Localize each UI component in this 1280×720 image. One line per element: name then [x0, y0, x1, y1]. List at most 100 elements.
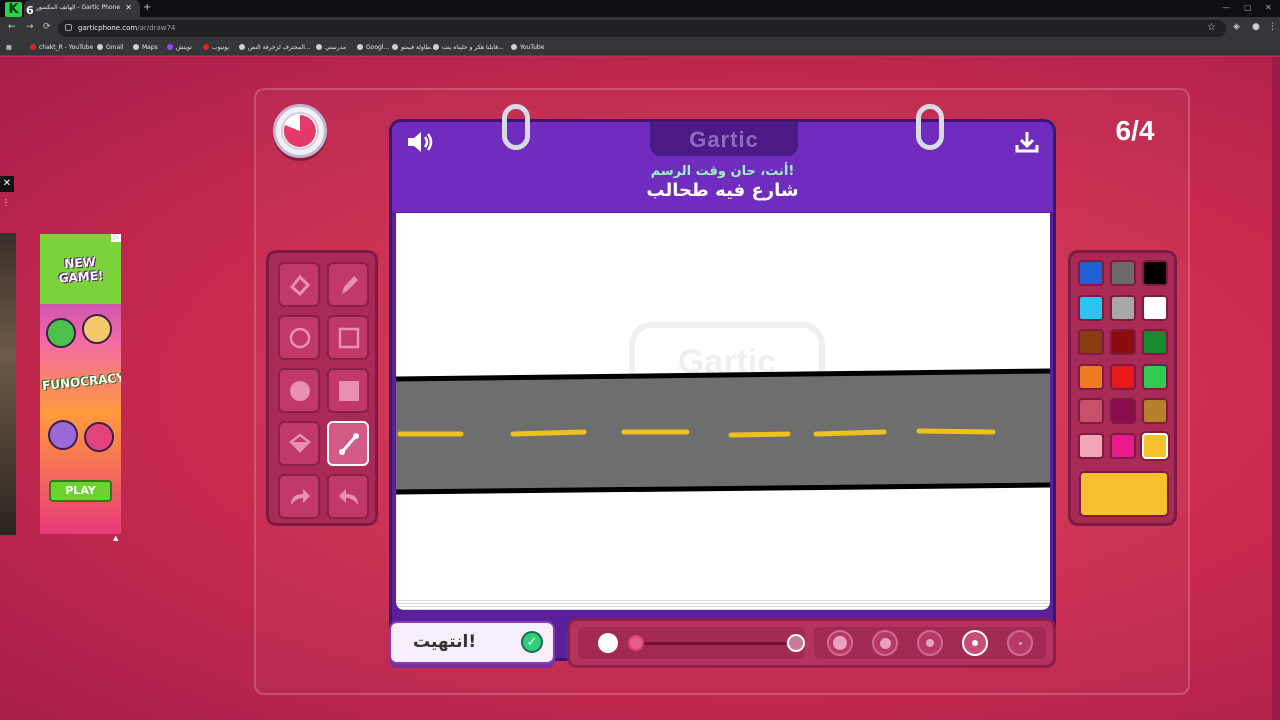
- brush-size-option[interactable]: [962, 630, 988, 656]
- color-swatch[interactable]: [1110, 398, 1136, 424]
- lane-dash: [813, 429, 887, 437]
- bookmark-item[interactable]: تويتش: [167, 44, 192, 51]
- ellipse-outline-tool[interactable]: [278, 315, 320, 360]
- opacity-handle[interactable]: [628, 635, 644, 651]
- brush-size-option[interactable]: [1007, 630, 1033, 656]
- bookmark-item[interactable]: مدرستي: [316, 44, 346, 51]
- address-bar-row: ← → ⟳ garticphone.com/ar/draw74 ☆ ◈ ● ⋮: [0, 17, 1280, 40]
- current-color-preview[interactable]: [1079, 471, 1169, 517]
- opacity-min-icon: [598, 633, 618, 653]
- speaker-icon[interactable]: [406, 130, 436, 158]
- tab-title: الهاتف المكسور - Gartic Phone: [36, 4, 121, 11]
- ad-headline: NEW GAME!: [58, 254, 104, 286]
- drawing-svg[interactable]: Gartic: [395, 213, 1051, 598]
- bookmark-item[interactable]: قابلنا هكر و خليناه ينت...: [433, 44, 504, 51]
- lane-dash: [510, 429, 587, 437]
- url-host: garticphone.com: [78, 24, 138, 32]
- browser-tab-active[interactable]: الهاتف المكسور - Gartic Phone ✕: [24, 0, 140, 17]
- forward-icon[interactable]: →: [26, 22, 34, 32]
- back-icon[interactable]: ←: [8, 22, 16, 32]
- color-swatch[interactable]: [1078, 294, 1104, 321]
- ellipse-fill-tool[interactable]: [278, 368, 320, 413]
- round-counter: 6/4: [1115, 115, 1155, 146]
- undo-tool[interactable]: [327, 474, 369, 519]
- color-swatch[interactable]: [1078, 329, 1104, 355]
- bookmark-item[interactable]: Googl...: [357, 44, 389, 51]
- brush-size-dot: [879, 637, 891, 649]
- brush-size-dot: [1018, 641, 1022, 645]
- bookmark-item[interactable]: طاولة فيمتو...: [392, 44, 436, 51]
- binder-ring-left: [502, 104, 530, 150]
- color-swatch[interactable]: [1142, 294, 1168, 321]
- ad-play-button[interactable]: PLAY: [49, 480, 112, 502]
- done-label: انتهيت!: [413, 632, 477, 652]
- bookmark-item[interactable]: يوتيوب: [203, 44, 229, 51]
- url-input[interactable]: garticphone.com/ar/draw74 ☆: [58, 20, 1226, 37]
- color-swatch[interactable]: [1110, 294, 1136, 321]
- rect-fill-tool[interactable]: [327, 368, 369, 413]
- done-button[interactable]: انتهيت! ✓: [389, 621, 555, 664]
- color-swatch[interactable]: [1078, 363, 1104, 390]
- reload-icon[interactable]: ⟳: [43, 22, 51, 32]
- apps-icon[interactable]: ▦: [6, 44, 12, 51]
- download-icon[interactable]: [1015, 130, 1039, 158]
- color-swatch[interactable]: [1078, 260, 1104, 286]
- minimize-icon[interactable]: —: [1222, 3, 1230, 12]
- drawing-notebook: Gartic أنت، حان وقت الرسم! شارع فيه طحال…: [389, 104, 1056, 661]
- bookmark-item[interactable]: YouTube: [511, 44, 544, 51]
- side-video-menu-icon[interactable]: ⋮: [2, 198, 10, 207]
- bookmark-item[interactable]: chakt_R - YouTube: [30, 44, 93, 51]
- check-icon: ✓: [521, 631, 543, 653]
- opacity-slider[interactable]: [578, 627, 805, 659]
- site-info-icon[interactable]: [65, 24, 72, 31]
- rect-outline-tool[interactable]: [327, 315, 369, 360]
- brush-size-option[interactable]: [917, 630, 943, 656]
- prompt-text: شارع فيه طحالب: [646, 180, 799, 201]
- brush-size-option[interactable]: [827, 630, 853, 656]
- bookmark-item[interactable]: Maps: [133, 44, 158, 51]
- drawing-canvas[interactable]: Gartic: [395, 213, 1051, 598]
- color-swatch[interactable]: [1110, 432, 1136, 459]
- redo-tool[interactable]: [278, 474, 320, 519]
- color-swatch[interactable]: [1142, 260, 1168, 286]
- prompt-hint: أنت، حان وقت الرسم!: [650, 164, 795, 179]
- maximize-icon[interactable]: ▢: [1244, 3, 1252, 12]
- color-palette: [1068, 250, 1177, 526]
- ad-choices-icon[interactable]: ▷: [111, 234, 121, 242]
- profile-icon[interactable]: ●: [1252, 22, 1260, 32]
- new-tab-icon[interactable]: +: [143, 2, 151, 13]
- extension-icon[interactable]: ◈: [1233, 22, 1240, 32]
- color-swatch[interactable]: [1078, 398, 1104, 424]
- ad-banner[interactable]: NEW GAME! FUNOCRACY PLAY ▷: [40, 234, 121, 534]
- bucket-tool[interactable]: [278, 421, 320, 466]
- color-swatch[interactable]: [1110, 260, 1136, 286]
- color-swatch[interactable]: [1078, 432, 1104, 459]
- color-swatch[interactable]: [1110, 363, 1136, 390]
- side-video-close-icon[interactable]: ✕: [0, 176, 14, 192]
- color-swatch[interactable]: [1142, 432, 1168, 459]
- menu-icon[interactable]: ⋮: [1268, 22, 1277, 32]
- color-swatch[interactable]: [1142, 329, 1168, 355]
- ad-character-thumbs-icon: [46, 318, 76, 348]
- window-close-icon[interactable]: ✕: [1265, 3, 1272, 12]
- eraser-tool[interactable]: [278, 262, 320, 307]
- color-swatch[interactable]: [1142, 363, 1168, 390]
- kick-extension-icon[interactable]: K: [5, 2, 22, 17]
- binder-ring-right: [916, 104, 944, 150]
- color-swatch[interactable]: [1110, 329, 1136, 355]
- line-tool[interactable]: [327, 421, 369, 466]
- opacity-track[interactable]: [636, 642, 786, 645]
- brand-tab: Gartic: [650, 122, 798, 156]
- pencil-tool[interactable]: [327, 262, 369, 307]
- side-video-player[interactable]: [0, 233, 16, 535]
- timer-icon: [273, 104, 327, 158]
- notebook-pages: [396, 598, 1050, 610]
- bookmark-item[interactable]: المحترف لزخرفة النص...: [239, 44, 311, 51]
- tab-close-icon[interactable]: ✕: [125, 3, 132, 12]
- brush-size-option[interactable]: [872, 630, 898, 656]
- bookmark-star-icon[interactable]: ☆: [1207, 22, 1216, 33]
- game-page: ✕ ⋮ NEW GAME! FUNOCRACY PLAY ▷ ▲ 6/4 Gar…: [0, 57, 1280, 720]
- bookmark-item[interactable]: Gmail: [97, 44, 124, 51]
- url-path: /ar/draw74: [137, 24, 176, 32]
- color-swatch[interactable]: [1142, 398, 1168, 424]
